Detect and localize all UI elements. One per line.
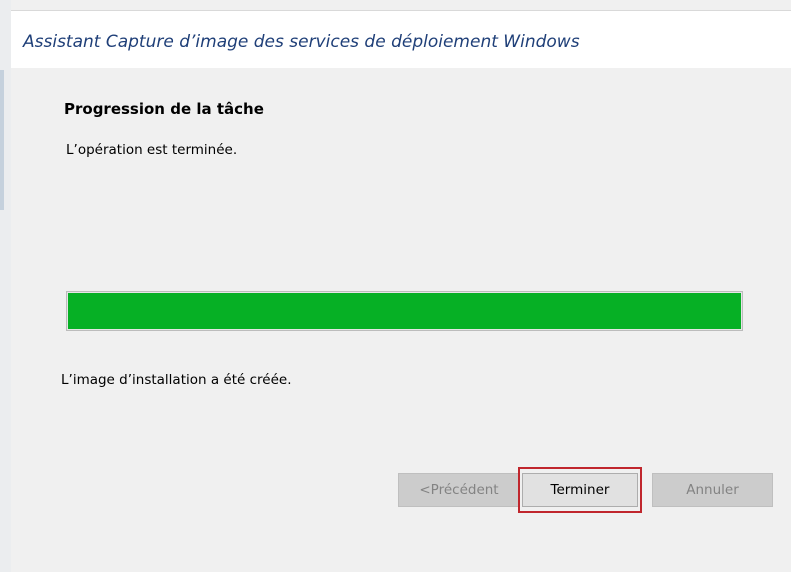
progress-bar — [66, 291, 743, 331]
wizard-header: Assistant Capture d’image des services d… — [11, 10, 791, 68]
finish-button[interactable]: Terminer — [522, 473, 638, 507]
status-text: L’opération est terminée. — [66, 142, 238, 158]
left-edge-accent — [0, 70, 4, 210]
wizard-content: Progression de la tâche L’opération est … — [11, 68, 791, 572]
page-heading: Progression de la tâche — [64, 100, 264, 118]
progress-bar-fill — [68, 293, 741, 329]
capture-wizard-window: Assistant Capture d’image des services d… — [0, 0, 791, 572]
window-title: Assistant Capture d’image des services d… — [23, 32, 580, 52]
cancel-button[interactable]: Annuler — [652, 473, 773, 507]
result-text: L’image d’installation a été créée. — [61, 372, 292, 388]
previous-button[interactable]: <Précédent — [398, 473, 520, 507]
window-left-edge — [0, 0, 11, 572]
